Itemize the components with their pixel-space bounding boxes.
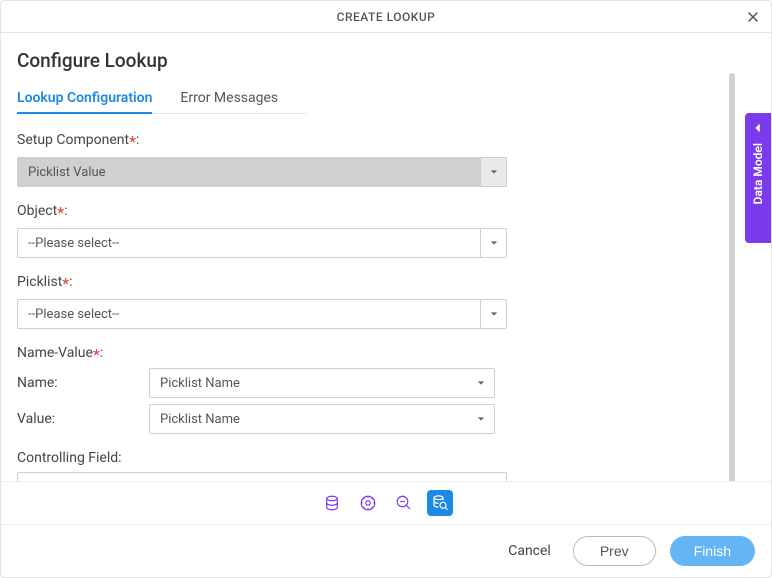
select-nv-value-value: Picklist Name	[150, 405, 468, 433]
required-mark: *	[62, 274, 69, 293]
content-area: Configure Lookup Lookup Configuration Er…	[1, 33, 771, 481]
required-mark: *	[57, 203, 64, 222]
label-nv-name: Name:	[17, 375, 149, 391]
database-icon	[323, 494, 341, 512]
label-setup-component: Setup Component*:	[17, 132, 507, 151]
select-nv-name-value: Picklist Name	[150, 369, 468, 397]
create-lookup-modal: CREATE LOOKUP Configure Lookup Lookup Co…	[0, 0, 772, 578]
finish-button[interactable]: Finish	[670, 536, 755, 566]
prev-button[interactable]: Prev	[573, 536, 656, 566]
select-object[interactable]: --Please select--	[17, 228, 507, 258]
tool-database[interactable]	[319, 490, 345, 516]
select-setup-component[interactable]: Picklist Value	[17, 157, 507, 187]
select-object-value: --Please select--	[18, 229, 480, 257]
chevron-down-icon	[477, 379, 485, 387]
select-nv-name-arrow[interactable]	[468, 369, 494, 397]
field-name-value: Name-Value*: Name: Picklist Name Value: …	[17, 345, 507, 434]
label-object: Object*:	[17, 203, 507, 222]
select-nv-value-arrow[interactable]	[468, 405, 494, 433]
label-nv-value: Value:	[17, 411, 149, 427]
input-controlling-field[interactable]	[17, 472, 507, 481]
select-setup-component-value: Picklist Value	[18, 158, 480, 186]
select-nv-value[interactable]: Picklist Name	[149, 404, 495, 434]
chevron-down-icon	[490, 310, 498, 318]
select-setup-component-arrow[interactable]	[480, 158, 506, 186]
scrollbar-thumb[interactable]	[729, 73, 735, 481]
label-name-value: Name-Value*:	[17, 345, 507, 364]
select-picklist-value: --Please select--	[18, 300, 480, 328]
select-picklist[interactable]: --Please select--	[17, 299, 507, 329]
field-object: Object*: --Please select--	[17, 203, 507, 258]
close-button[interactable]	[741, 5, 765, 29]
tool-gear[interactable]	[355, 490, 381, 516]
select-object-arrow[interactable]	[480, 229, 506, 257]
modal-footer: Cancel Prev Finish	[1, 525, 771, 577]
row-value: Value: Picklist Name	[17, 404, 507, 434]
modal-header: CREATE LOOKUP	[1, 1, 771, 33]
label-picklist: Picklist*:	[17, 274, 507, 293]
zoom-out-icon	[395, 494, 413, 512]
label-controlling-field: Controlling Field:	[17, 450, 507, 466]
chevron-down-icon	[477, 415, 485, 423]
field-picklist: Picklist*: --Please select--	[17, 274, 507, 329]
side-tab-label: Data Model	[751, 143, 765, 204]
select-picklist-arrow[interactable]	[480, 300, 506, 328]
tab-lookup-configuration[interactable]: Lookup Configuration	[17, 84, 152, 114]
database-search-icon	[431, 494, 449, 512]
icon-toolbar	[1, 481, 771, 525]
row-name: Name: Picklist Name	[17, 368, 507, 398]
modal-body: Configure Lookup Lookup Configuration Er…	[1, 33, 771, 481]
tab-bar: Lookup Configuration Error Messages	[17, 84, 307, 114]
chevron-down-icon	[490, 168, 498, 176]
field-setup-component: Setup Component*: Picklist Value	[17, 132, 507, 187]
required-mark: *	[129, 132, 136, 151]
gear-icon	[359, 494, 377, 512]
chevron-down-icon	[490, 239, 498, 247]
modal-title: CREATE LOOKUP	[337, 10, 436, 24]
side-tab-data-model[interactable]: Data Model	[745, 113, 771, 243]
cancel-button[interactable]: Cancel	[500, 537, 559, 565]
chevron-left-icon	[751, 121, 765, 135]
tool-database-search[interactable]	[427, 490, 453, 516]
tool-zoom-out[interactable]	[391, 490, 417, 516]
tab-error-messages[interactable]: Error Messages	[180, 84, 278, 113]
select-nv-name[interactable]: Picklist Name	[149, 368, 495, 398]
close-icon	[746, 10, 760, 24]
page-title: Configure Lookup	[17, 49, 771, 72]
scrollbar[interactable]	[729, 73, 735, 481]
required-mark: *	[93, 345, 100, 364]
field-controlling-field: Controlling Field:	[17, 450, 507, 481]
